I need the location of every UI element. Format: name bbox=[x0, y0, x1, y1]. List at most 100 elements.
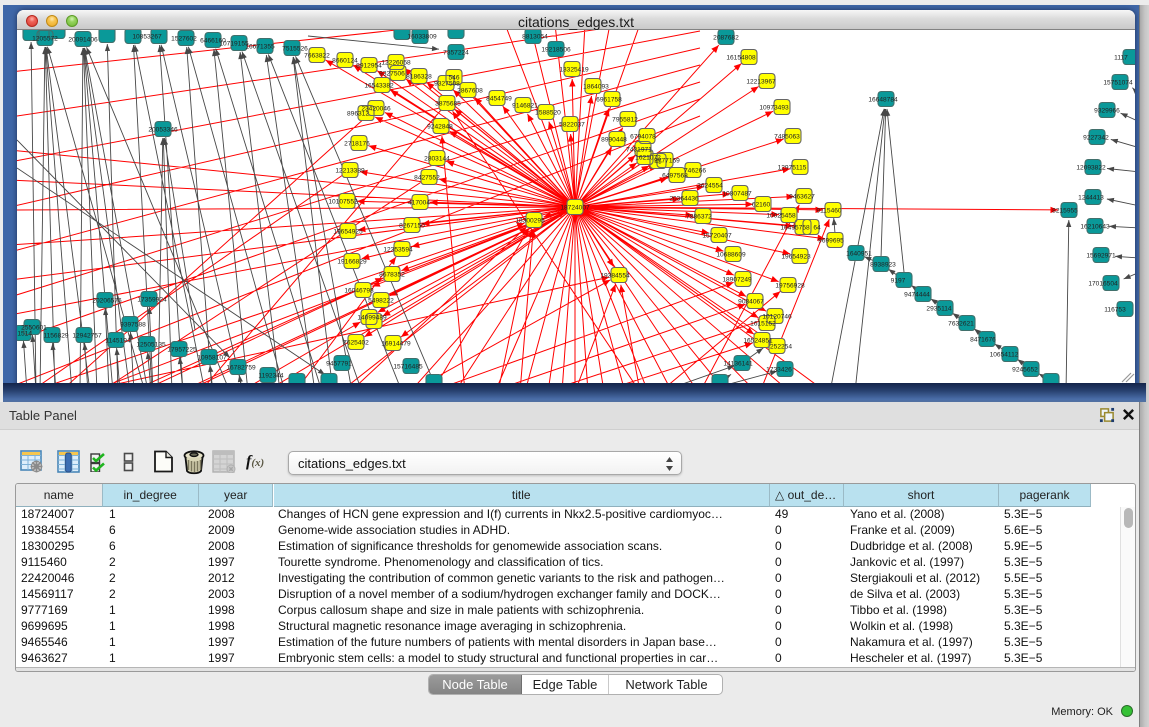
svg-text:64: 64 bbox=[813, 225, 821, 232]
svg-text:9457791: 9457791 bbox=[326, 361, 352, 368]
svg-text:19166829: 19166829 bbox=[337, 259, 367, 266]
svg-text:9242848: 9242848 bbox=[427, 124, 453, 131]
svg-text:6497568: 6497568 bbox=[662, 173, 688, 180]
svg-text:10853267: 10853267 bbox=[132, 34, 162, 41]
svg-text:12093822: 12093822 bbox=[1076, 165, 1106, 172]
svg-text:16671355: 16671355 bbox=[245, 44, 275, 51]
svg-text:20053346: 20053346 bbox=[148, 127, 178, 134]
svg-text:12213967: 12213967 bbox=[746, 79, 776, 86]
svg-text:8215955: 8215955 bbox=[1052, 208, 1078, 215]
svg-text:14136141: 14136141 bbox=[723, 361, 753, 368]
svg-text:9474444: 9474444 bbox=[904, 292, 930, 299]
svg-text:2803144: 2803144 bbox=[424, 156, 450, 163]
svg-text:20364436: 20364436 bbox=[669, 196, 699, 203]
svg-text:16154808: 16154808 bbox=[726, 55, 756, 62]
svg-text:19654923: 19654923 bbox=[781, 254, 811, 261]
svg-text:12353594: 12353594 bbox=[383, 247, 413, 254]
svg-text:10025458: 10025458 bbox=[766, 213, 796, 220]
svg-text:9227342: 9227342 bbox=[1083, 135, 1109, 142]
svg-text:13325419: 13325419 bbox=[559, 67, 589, 74]
svg-text:9777169: 9777169 bbox=[654, 158, 680, 165]
svg-text:9463627: 9463627 bbox=[789, 194, 815, 201]
svg-text:1244413: 1244413 bbox=[1078, 195, 1104, 202]
svg-text:7515526: 7515526 bbox=[282, 46, 308, 53]
svg-text:9115460: 9115460 bbox=[816, 208, 842, 215]
svg-text:9084067: 9084067 bbox=[738, 299, 764, 306]
svg-text:1205572: 1205572 bbox=[32, 36, 58, 43]
svg-text:17359924: 17359924 bbox=[137, 297, 167, 304]
svg-text:16524851: 16524851 bbox=[743, 338, 773, 345]
svg-text:8660124: 8660124 bbox=[332, 58, 358, 65]
svg-text:12213389: 12213389 bbox=[335, 168, 365, 175]
svg-text:7357224: 7357224 bbox=[443, 50, 469, 57]
svg-text:10807487: 10807487 bbox=[722, 191, 752, 198]
svg-text:8912954: 8912954 bbox=[356, 63, 382, 70]
svg-text:2087682: 2087682 bbox=[713, 35, 739, 42]
svg-text:16033809: 16033809 bbox=[407, 34, 437, 41]
svg-text:12505135: 12505135 bbox=[136, 342, 166, 349]
svg-text:1615152: 1615152 bbox=[750, 321, 776, 328]
svg-text:9245652: 9245652 bbox=[1012, 367, 1038, 374]
svg-text:18724007: 18724007 bbox=[560, 205, 590, 212]
svg-text:15751074: 15751074 bbox=[1103, 80, 1133, 87]
svg-text:16543382: 16543382 bbox=[364, 83, 394, 90]
svg-text:9327508: 9327508 bbox=[434, 81, 460, 88]
svg-text:1864093: 1864093 bbox=[583, 84, 609, 91]
svg-text:8471676: 8471676 bbox=[970, 337, 996, 344]
svg-text:9327506: 9327506 bbox=[379, 71, 405, 78]
svg-text:7485063: 7485063 bbox=[774, 134, 800, 141]
svg-text:20206576: 20206576 bbox=[92, 298, 122, 305]
svg-text:62160: 62160 bbox=[752, 202, 771, 209]
svg-text:9397588: 9397588 bbox=[120, 322, 146, 329]
svg-text:3875685: 3875685 bbox=[435, 101, 461, 108]
svg-text:1145194: 1145194 bbox=[105, 338, 131, 345]
svg-text:417004: 417004 bbox=[408, 200, 430, 207]
svg-text:5498222: 5498222 bbox=[368, 298, 394, 305]
svg-text:9146821: 9146821 bbox=[512, 103, 538, 110]
svg-text:1117: 1117 bbox=[1114, 55, 1128, 62]
svg-text:1640951: 1640951 bbox=[846, 251, 872, 258]
svg-text:12975115: 12975115 bbox=[778, 165, 807, 172]
svg-text:17957225: 17957225 bbox=[167, 347, 197, 354]
svg-text:9197: 9197 bbox=[891, 278, 906, 285]
svg-text:10973493: 10973493 bbox=[759, 105, 789, 112]
svg-text:20091406: 20091406 bbox=[68, 37, 98, 44]
svg-text:1192344: 1192344 bbox=[258, 373, 284, 380]
svg-text:7431971: 7431971 bbox=[626, 147, 652, 154]
svg-text:8427552: 8427552 bbox=[414, 175, 440, 182]
svg-text:8186328: 8186328 bbox=[406, 74, 432, 81]
svg-text:19756928: 19756928 bbox=[775, 283, 805, 290]
svg-text:1733426: 1733426 bbox=[766, 367, 792, 374]
svg-text:15716485: 15716485 bbox=[393, 364, 423, 371]
svg-text:7632621: 7632621 bbox=[948, 321, 974, 328]
svg-text:8813054: 8813054 bbox=[522, 34, 548, 41]
svg-text:7625402: 7625402 bbox=[343, 340, 369, 347]
svg-text:7955812: 7955812 bbox=[612, 117, 638, 124]
svg-text:6794078: 6794078 bbox=[630, 134, 656, 141]
svg-text:14099489: 14099489 bbox=[357, 315, 387, 322]
svg-text:1588520: 1588520 bbox=[535, 110, 561, 117]
svg-text:2718176: 2718176 bbox=[344, 141, 370, 148]
svg-text:19218506: 19218506 bbox=[541, 47, 571, 54]
svg-text:10958107: 10958107 bbox=[197, 355, 227, 362]
svg-text:7663822: 7663822 bbox=[304, 53, 330, 60]
svg-text:8267150: 8267150 bbox=[399, 223, 425, 230]
svg-text:18300295: 18300295 bbox=[515, 218, 545, 225]
svg-text:16495758: 16495758 bbox=[780, 225, 810, 232]
svg-text:3624554: 3624554 bbox=[697, 183, 723, 190]
svg-text:8678352: 8678352 bbox=[379, 272, 405, 279]
svg-text:8938923: 8938923 bbox=[870, 262, 896, 269]
svg-text:16210643: 16210643 bbox=[1080, 224, 1110, 231]
svg-text:1156829: 1156829 bbox=[43, 333, 69, 340]
svg-text:10120746: 10120746 bbox=[762, 314, 792, 321]
svg-text:15692971: 15692971 bbox=[1086, 253, 1116, 260]
svg-text:17016504: 17016504 bbox=[1088, 281, 1118, 288]
svg-text:6961758: 6961758 bbox=[596, 97, 622, 104]
svg-text:16648784: 16648784 bbox=[868, 97, 898, 104]
svg-text:8454749: 8454749 bbox=[486, 96, 512, 103]
svg-text:252254: 252254 bbox=[770, 344, 792, 351]
svg-text:8990448: 8990448 bbox=[601, 137, 627, 144]
svg-text:391514: 391514 bbox=[17, 331, 32, 338]
svg-text:9699695: 9699695 bbox=[818, 238, 844, 245]
svg-text:19384554: 19384554 bbox=[600, 273, 630, 280]
